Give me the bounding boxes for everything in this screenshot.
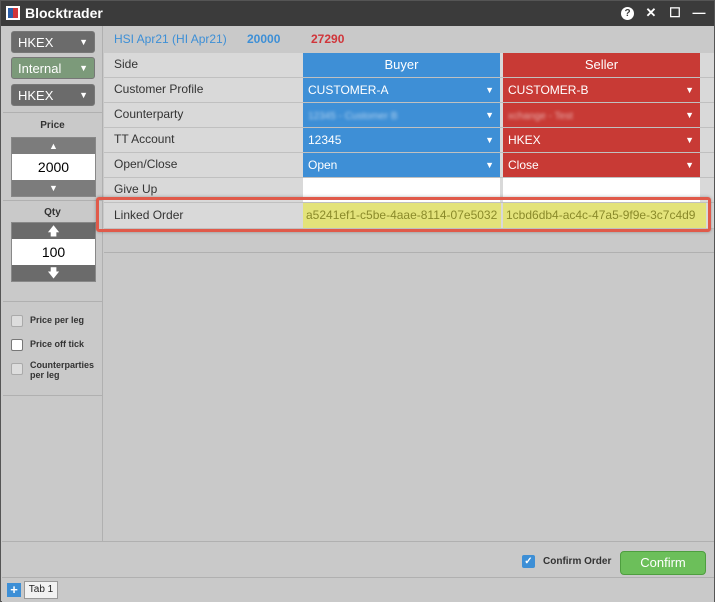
chevron-down-icon: ▼ <box>79 90 88 100</box>
confirm-order-checkbox[interactable]: ✓ <box>522 555 535 568</box>
linked-order-label: Linked Order <box>114 208 184 222</box>
side-label: Side <box>114 57 139 71</box>
minimize-icon[interactable]: — <box>692 5 706 21</box>
chevron-down-icon: ▼ <box>485 135 494 145</box>
counterparty-row: Counterparty 12345 - Customer B ▼ xchang… <box>104 103 714 128</box>
give-up-label: Give Up <box>114 182 158 196</box>
price-off-tick-label: Price off tick <box>30 339 85 349</box>
chevron-down-icon: ▼ <box>485 110 494 120</box>
maximize-icon[interactable]: ☐ <box>668 5 682 21</box>
price-input[interactable]: 2000 <box>12 154 95 180</box>
seller-counterparty-value: xchange - Test <box>508 111 573 122</box>
price-per-leg-label: Price per leg <box>30 315 85 325</box>
qty-input[interactable]: 100 <box>12 239 95 265</box>
title-bar: Blocktrader ? ✕ ☐ — <box>1 1 714 26</box>
linked-order-row: Linked Order a5241ef1-c5be-4aae-8114-07e… <box>104 203 714 229</box>
order-grid: HSI Apr21 (HI Apr21) 20000 27290 Side Bu… <box>96 26 714 541</box>
qty-decrement-button[interactable]: 🡇 <box>12 265 95 281</box>
price-per-leg-option[interactable]: Price per leg <box>11 315 103 327</box>
window-title: Blocktrader <box>25 5 103 21</box>
seller-tt-account-dropdown[interactable]: HKEX ▼ <box>503 128 700 152</box>
counterparties-per-leg-option[interactable]: Counterparties per leg <box>11 360 103 380</box>
seller-open-close-value: Close <box>508 158 539 172</box>
chevron-down-icon: ▼ <box>485 85 494 95</box>
price-increment-button[interactable]: ▲ <box>12 138 95 154</box>
app-logo-icon <box>6 6 20 20</box>
seller-tt-account-value: HKEX <box>508 133 541 147</box>
buyer-customer-profile-dropdown[interactable]: CUSTOMER-A ▼ <box>303 78 500 102</box>
bid-price: 20000 <box>247 32 281 46</box>
price-label: Price <box>40 120 65 131</box>
price-stepper: ▲ 2000 ▼ <box>11 137 96 197</box>
buyer-open-close-value: Open <box>308 158 338 172</box>
tt-account-label: TT Account <box>114 132 175 146</box>
price-decrement-button[interactable]: ▼ <box>12 180 95 196</box>
price-off-tick-checkbox[interactable] <box>11 339 23 351</box>
chevron-down-icon: ▼ <box>685 85 694 95</box>
seller-open-close-dropdown[interactable]: Close ▼ <box>503 153 700 177</box>
price-per-leg-checkbox[interactable] <box>11 315 23 327</box>
help-icon[interactable]: ? <box>621 7 634 20</box>
buyer-give-up-input[interactable] <box>303 178 500 202</box>
divider <box>3 112 103 113</box>
give-up-row: Give Up <box>104 178 714 203</box>
qty-stepper: 🡅 100 🡇 <box>11 222 96 282</box>
counterparty-label: Counterparty <box>114 107 184 121</box>
buyer-header: Buyer <box>303 53 500 77</box>
price-off-tick-option[interactable]: Price off tick <box>11 339 103 351</box>
counterparties-per-leg-label: Counterparties per leg <box>30 360 95 380</box>
tab-bar: + Tab 1 <box>2 577 714 602</box>
account-type-dropdown[interactable]: Internal ▼ <box>11 57 95 79</box>
seller-customer-profile-dropdown[interactable]: CUSTOMER-B ▼ <box>503 78 700 102</box>
seller-give-up-input[interactable] <box>503 178 700 202</box>
ask-price: 27290 <box>311 32 345 46</box>
add-tab-button[interactable]: + <box>7 583 21 597</box>
close-icon[interactable]: ✕ <box>644 5 658 21</box>
venue-dropdown[interactable]: HKEX ▼ <box>11 84 95 106</box>
seller-counterparty-dropdown[interactable]: xchange - Test ▼ <box>503 103 700 127</box>
confirm-order-option[interactable]: ✓ Confirm Order <box>522 555 611 568</box>
grid-divider <box>104 252 714 253</box>
exchange-dropdown[interactable]: HKEX ▼ <box>11 31 95 53</box>
instrument-header: HSI Apr21 (HI Apr21) 20000 27290 <box>104 26 714 53</box>
blocktrader-window: Blocktrader ? ✕ ☐ — HKEX ▼ Internal ▼ HK… <box>0 0 715 602</box>
buyer-counterparty-value: 12345 - Customer B <box>308 111 398 122</box>
chevron-down-icon: ▼ <box>79 37 88 47</box>
confirm-button[interactable]: Confirm <box>620 551 706 575</box>
side-row: Side Buyer Seller <box>104 53 714 78</box>
chevron-down-icon: ▼ <box>485 160 494 170</box>
account-type-value: Internal <box>18 61 62 76</box>
chevron-down-icon: ▼ <box>685 160 694 170</box>
customer-profile-row: Customer Profile CUSTOMER-A ▼ CUSTOMER-B… <box>104 78 714 103</box>
buyer-open-close-dropdown[interactable]: Open ▼ <box>303 153 500 177</box>
tt-account-row: TT Account 12345 ▼ HKEX ▼ <box>104 128 714 153</box>
customer-profile-label: Customer Profile <box>114 82 204 96</box>
buyer-customer-profile-value: CUSTOMER-A <box>308 83 389 97</box>
buyer-tt-account-value: 12345 <box>308 133 342 147</box>
chevron-down-icon: ▼ <box>79 63 88 73</box>
open-close-row: Open/Close Open ▼ Close ▼ <box>104 153 714 178</box>
divider <box>3 301 103 302</box>
seller-header: Seller <box>503 53 700 77</box>
confirm-order-label: Confirm Order <box>543 556 612 567</box>
qty-label: Qty <box>44 207 61 218</box>
left-panel: HKEX ▼ Internal ▼ HKEX ▼ Price ▲ 2000 ▼ … <box>2 26 103 541</box>
chevron-down-icon: ▼ <box>685 110 694 120</box>
venue-value: HKEX <box>18 88 54 103</box>
seller-customer-profile-value: CUSTOMER-B <box>508 83 589 97</box>
buyer-counterparty-dropdown[interactable]: 12345 - Customer B ▼ <box>303 103 500 127</box>
divider <box>3 200 103 201</box>
instrument-name[interactable]: HSI Apr21 (HI Apr21) <box>114 32 227 46</box>
divider <box>3 395 103 396</box>
buyer-linked-order-input[interactable]: a5241ef1-c5be-4aae-8114-07e5032 <box>303 203 501 228</box>
counterparties-per-leg-checkbox[interactable] <box>11 363 23 375</box>
action-bar: ✓ Confirm Order Confirm <box>2 541 714 577</box>
qty-increment-button[interactable]: 🡅 <box>12 223 95 239</box>
chevron-down-icon: ▼ <box>685 135 694 145</box>
tab-1[interactable]: Tab 1 <box>24 581 58 599</box>
buyer-tt-account-dropdown[interactable]: 12345 ▼ <box>303 128 500 152</box>
seller-linked-order-input[interactable]: 1cbd6db4-ac4c-47a5-9f9e-3c7c4d9 <box>503 203 706 228</box>
open-close-label: Open/Close <box>114 157 178 171</box>
exchange-value: HKEX <box>18 35 54 50</box>
